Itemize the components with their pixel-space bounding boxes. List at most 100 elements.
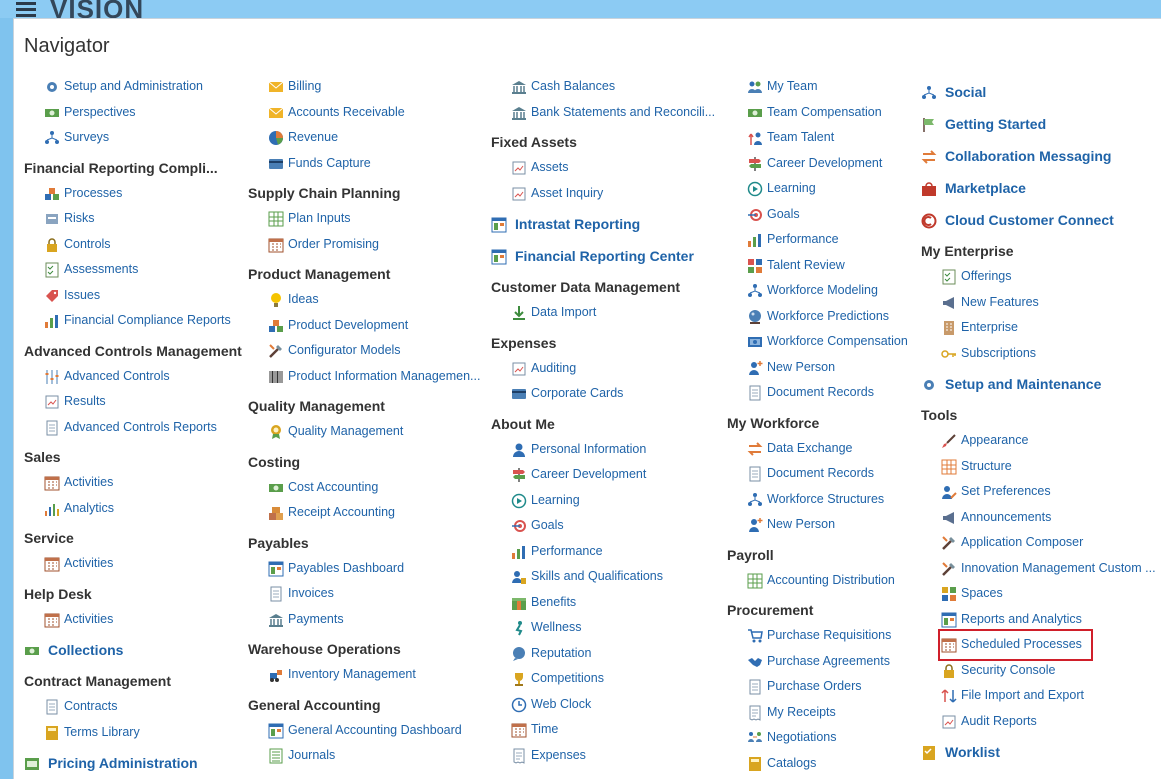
section-heading-label: Sales [24, 449, 61, 465]
nav-link-label: Purchase Requisitions [767, 628, 892, 642]
nav-link-label: Document Records [767, 466, 874, 480]
skills-icon [511, 569, 527, 585]
megaphone-icon [941, 510, 957, 526]
money-icon [747, 105, 763, 121]
lock-icon [941, 663, 957, 679]
section-heading-label: Warehouse Operations [248, 641, 401, 657]
nav-link-label: Competitions [531, 671, 604, 685]
nav-link-label: Ideas [288, 292, 319, 306]
nav-link-label: Advanced Controls Reports [64, 419, 217, 434]
calendar-icon [44, 612, 60, 628]
nav-link-label: Benefits [531, 594, 577, 609]
section-heading-label: Payables [248, 534, 309, 551]
card-icon [511, 386, 527, 402]
nav-link-label: Intrastat Reporting [515, 216, 641, 232]
talent-icon [747, 130, 763, 146]
section-heading-label: About Me [491, 415, 555, 432]
tools-icon [941, 561, 957, 577]
section-heading-label: My Workforce [727, 414, 820, 431]
document-icon [268, 586, 284, 602]
section-heading-label: Tools [921, 407, 958, 423]
nav-link-label: Subscriptions [961, 345, 1037, 360]
file-transfer-icon [941, 688, 957, 704]
section-heading-label: Quality Management [248, 398, 385, 414]
handshake-icon [747, 654, 763, 670]
wellness-icon [511, 620, 527, 636]
nav-link-label: Setup and Maintenance [945, 376, 1102, 392]
signpost-icon [747, 156, 763, 172]
nav-link-label: Payments [288, 611, 344, 626]
nav-link-label: Cloud Customer Connect [945, 212, 1114, 228]
nav-link-label: Assets [531, 160, 569, 174]
nav-link-label: Getting Started [945, 116, 1047, 132]
nav-link-label: Funds Capture [288, 155, 371, 170]
award-icon [268, 424, 284, 440]
megaphone-icon [941, 295, 957, 311]
nav-link-label: Social [945, 84, 987, 100]
nav-link-label: Goals [767, 206, 800, 221]
nav-link-label: Application Composer [961, 535, 1084, 549]
money-icon [24, 643, 40, 659]
nav-link-label: Analytics [64, 500, 115, 515]
checklist-icon [44, 262, 60, 278]
nav-link-label: File Import and Export [961, 688, 1084, 702]
nav-link-label: Learning [767, 181, 816, 195]
dashboard-icon [941, 612, 957, 628]
nav-link-label: Surveys [64, 130, 110, 144]
play-icon [747, 181, 763, 197]
building-icon [941, 320, 957, 336]
tag-icon [44, 288, 60, 304]
analytics-icon [44, 501, 60, 517]
nav-link-label: Appearance [961, 433, 1029, 447]
lightbulb-icon [268, 292, 284, 308]
blocks-icon [44, 186, 60, 202]
nav-link-label: Inventory Management [288, 667, 416, 681]
nav-link-label: Cash Balances [531, 79, 616, 93]
nav-link-label: Configurator Models [288, 343, 401, 357]
navigator-panel: Navigator Setup and Administration Perspe… [13, 18, 1161, 779]
document-icon [747, 679, 763, 695]
envelope-icon [268, 105, 284, 121]
signpost-icon [511, 467, 527, 483]
lock-icon [44, 237, 60, 253]
nav-link-label: Negotiations [767, 730, 837, 744]
money-icon [44, 105, 60, 121]
nav-link-label: Scheduled Processes [961, 637, 1082, 651]
nav-link-label: Enterprise [961, 320, 1018, 334]
nav-link-label: Pricing Administration [48, 755, 198, 771]
document-icon [747, 385, 763, 401]
nav-link-label: My Receipts [767, 704, 836, 719]
hamburger-menu-icon[interactable] [16, 2, 36, 17]
dashboard-icon [268, 723, 284, 739]
compensation-icon [747, 334, 763, 350]
sliders-icon [44, 369, 60, 385]
brand-logo: VISION [50, 0, 145, 18]
nav-link-label: Expenses [531, 747, 586, 762]
report-icon [511, 186, 527, 202]
receipt-icon [747, 705, 763, 721]
calendar-icon [268, 237, 284, 253]
nav-link-label: Quality Management [288, 424, 404, 438]
forklift-icon [268, 667, 284, 683]
clock-icon [511, 697, 527, 713]
report-icon [511, 361, 527, 377]
section-heading-label: Customer Data Management [491, 279, 681, 295]
nav-link-label: Corporate Cards [531, 386, 624, 400]
calendar-icon [44, 475, 60, 491]
section-heading-label: Expenses [491, 334, 557, 351]
nav-link-label: Goals [531, 518, 564, 532]
dashboard-icon [268, 561, 284, 577]
nav-link-label: Issues [64, 287, 101, 302]
cloud-connect-icon [921, 213, 937, 229]
nav-link-label: Cost Accounting [288, 479, 379, 494]
nav-link-label: Risks [64, 211, 95, 225]
nav-link-label: Security Console [961, 662, 1056, 677]
trophy-icon [511, 671, 527, 687]
calendar-icon [941, 637, 957, 653]
bar-chart-icon [44, 313, 60, 329]
nav-link-label: Bank Statements and Reconcili... [531, 104, 716, 119]
nav-link-label: Web Clock [531, 696, 592, 711]
book-icon [44, 725, 60, 741]
benefits-icon [511, 595, 527, 611]
play-icon [511, 493, 527, 509]
